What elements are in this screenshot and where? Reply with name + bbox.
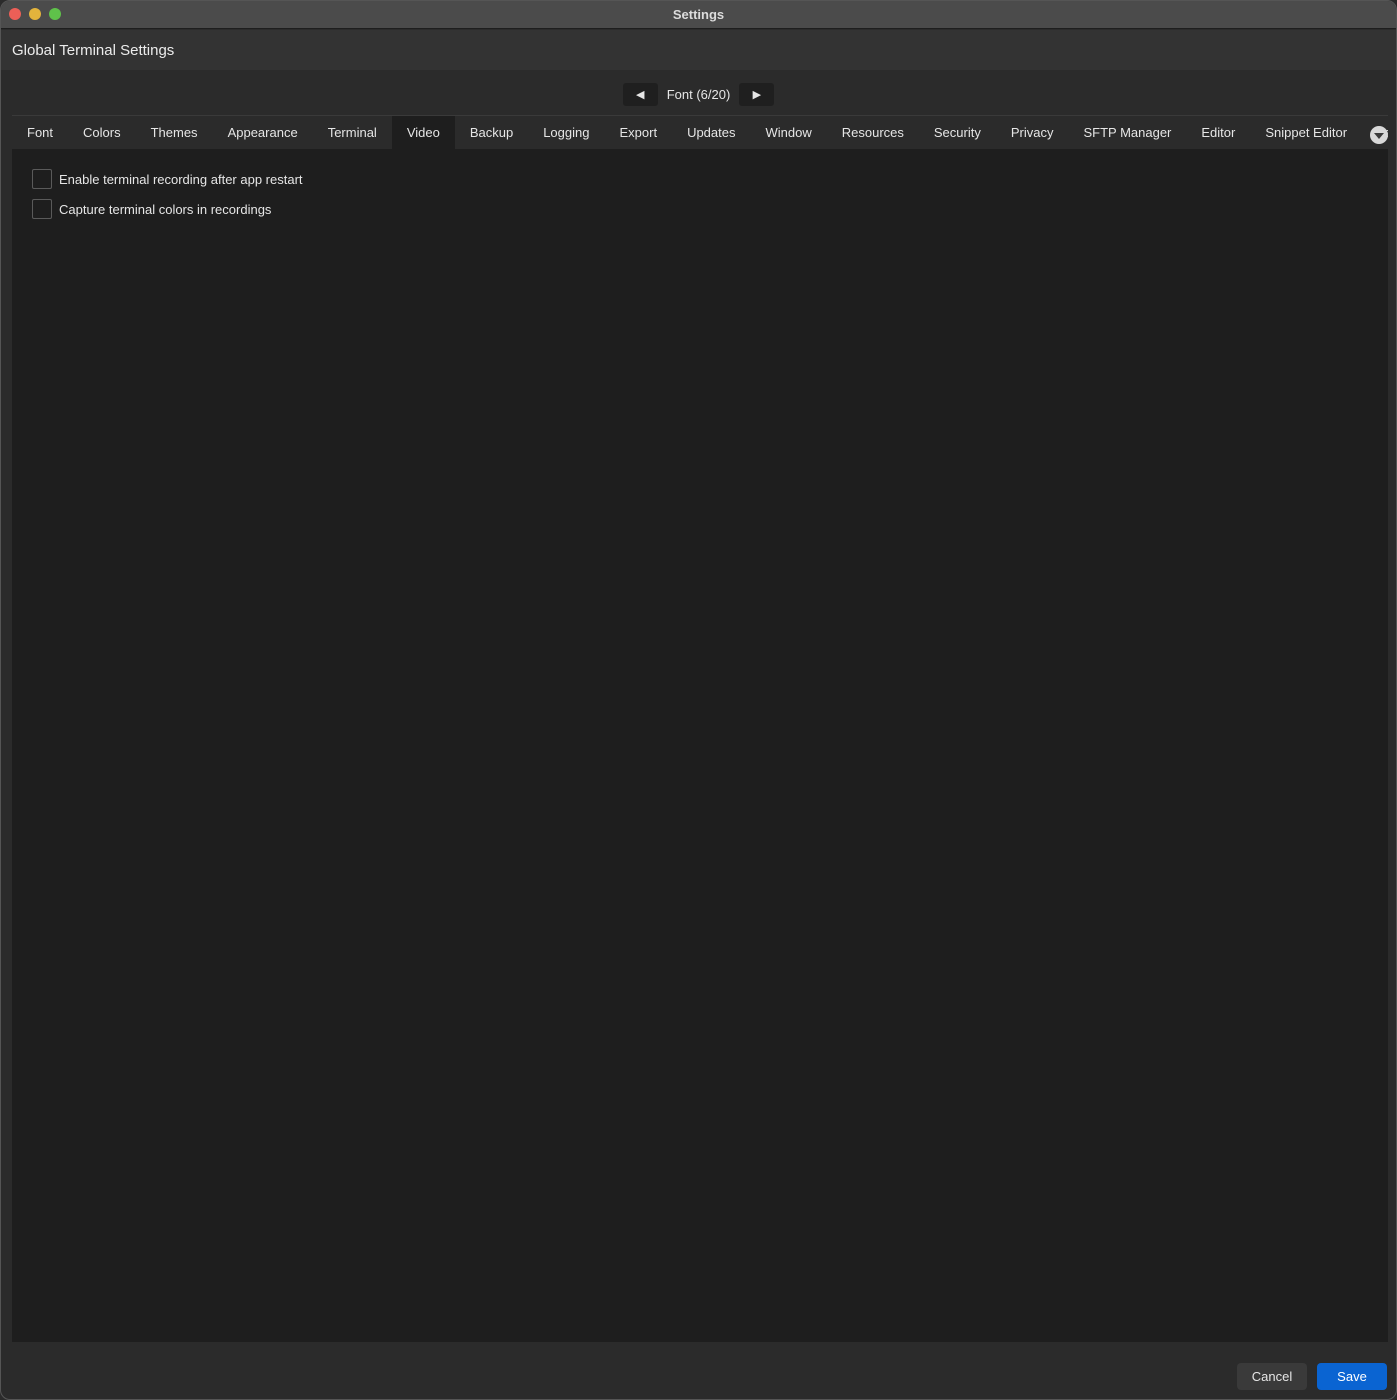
window-controls — [9, 8, 61, 20]
maximize-window-button[interactable] — [49, 8, 61, 20]
tab-logging[interactable]: Logging — [528, 116, 604, 149]
triangle-right-icon: ▶ — [752, 89, 762, 101]
enable-recording-option[interactable]: Enable terminal recording after app rest… — [32, 169, 303, 189]
tab-video[interactable]: Video — [391, 116, 455, 149]
capture-colors-option[interactable]: Capture terminal colors in recordings — [32, 199, 271, 219]
next-category-button[interactable]: ▶ — [739, 83, 775, 106]
tab-editor[interactable]: Editor — [1186, 116, 1250, 149]
tab-updates[interactable]: Updates — [672, 116, 750, 149]
enable-recording-label: Enable terminal recording after app rest… — [59, 171, 303, 187]
tab-resources[interactable]: Resources — [827, 116, 919, 149]
capture-colors-label: Capture terminal colors in recordings — [59, 201, 272, 217]
previous-category-button[interactable]: ◀ — [622, 83, 658, 106]
tab-appearance[interactable]: Appearance — [213, 116, 313, 149]
tab-export[interactable]: Export — [604, 116, 672, 149]
enable-recording-checkbox[interactable] — [32, 169, 52, 189]
video-settings-panel: Enable terminal recording after app rest… — [12, 149, 1388, 1342]
title-bar: Settings — [1, 1, 1396, 29]
settings-tab-bar: Font Colors Themes Appearance Terminal Video B… — [12, 115, 1388, 149]
tab-backup[interactable]: Backup — [455, 116, 528, 149]
cancel-button[interactable]: Cancel — [1237, 1363, 1307, 1390]
tab-colors[interactable]: Colors — [68, 116, 136, 149]
settings-header: Global Terminal Settings — [1, 30, 1396, 70]
tab-window[interactable]: Window — [750, 116, 826, 149]
tab-themes[interactable]: Themes — [136, 116, 213, 149]
triangle-left-icon: ◀ — [635, 89, 645, 101]
chevron-down-icon — [1374, 133, 1384, 139]
minimize-window-button[interactable] — [29, 8, 41, 20]
tab-sftp-manager[interactable]: SFTP Manager — [1068, 116, 1186, 149]
tab-privacy[interactable]: Privacy — [996, 116, 1069, 149]
tab-security[interactable]: Security — [919, 116, 996, 149]
tab-font[interactable]: Font — [12, 116, 68, 149]
more-tabs-button[interactable] — [1370, 126, 1388, 144]
category-pager: ◀ Font (6/20) ▶ — [1, 83, 1396, 106]
close-window-button[interactable] — [9, 8, 21, 20]
capture-colors-checkbox[interactable] — [32, 199, 52, 219]
tab-terminal[interactable]: Terminal — [313, 116, 392, 149]
page-title: Global Terminal Settings — [12, 41, 175, 59]
settings-window: Settings Global Terminal Settings ◀ Font… — [0, 0, 1397, 1400]
window-title: Settings — [672, 7, 725, 22]
save-button[interactable]: Save — [1317, 1363, 1387, 1390]
tab-snippet-editor[interactable]: Snippet Editor — [1250, 116, 1362, 149]
category-pager-label: Font (6/20) — [666, 87, 731, 102]
